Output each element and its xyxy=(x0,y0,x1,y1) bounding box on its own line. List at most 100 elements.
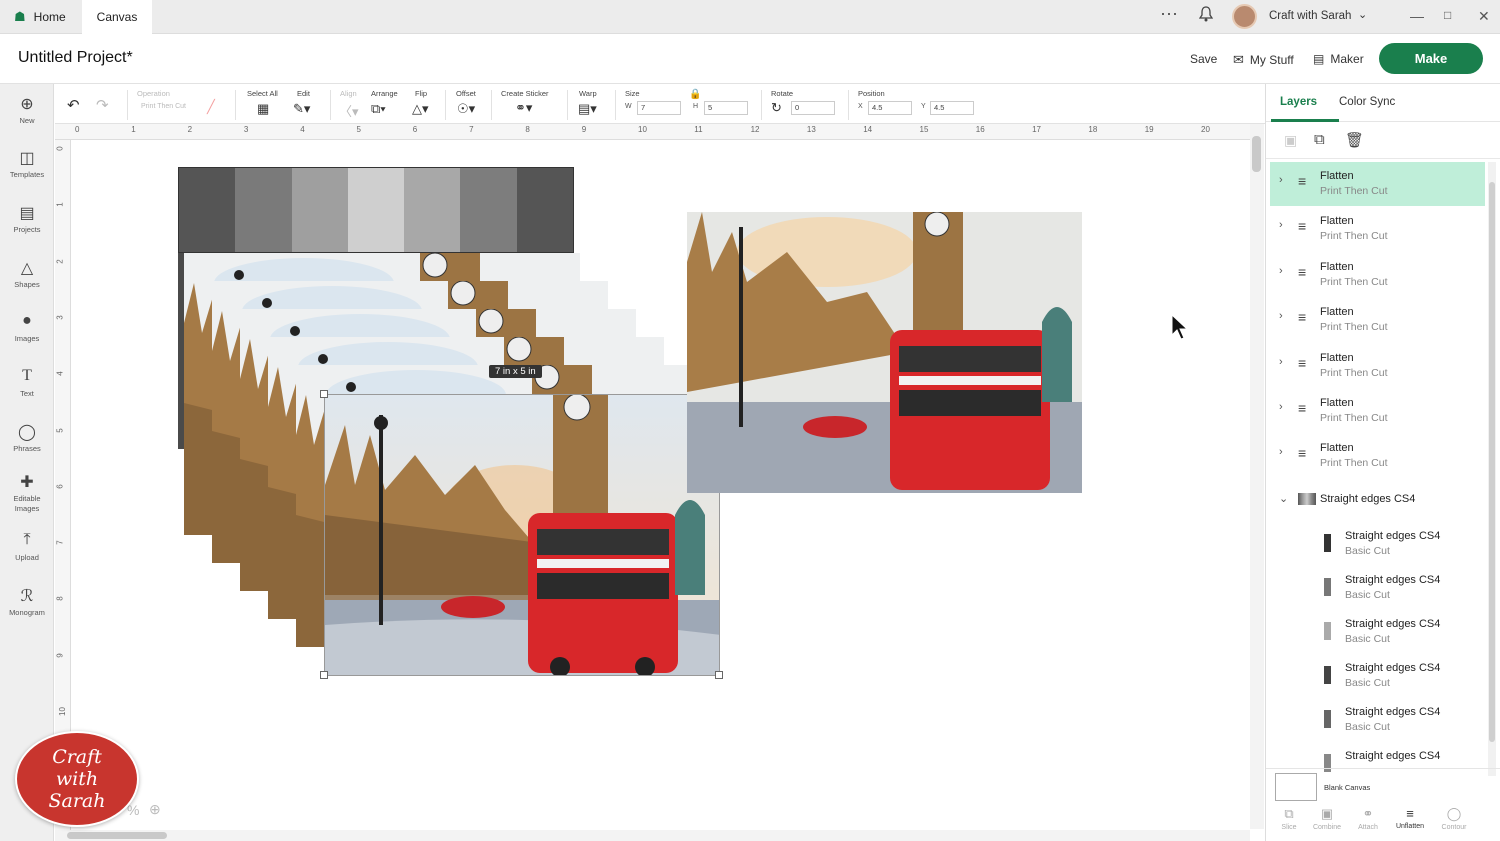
tab-canvas[interactable]: Canvas xyxy=(82,0,152,34)
close-icon[interactable]: ✕ xyxy=(1478,8,1490,25)
contour-button[interactable]: ◯ Contour xyxy=(1434,806,1474,831)
design-canvas[interactable]: 7 in x 5 in % ⊕ xyxy=(71,140,1250,830)
sidebar-item-images[interactable]: ● Images xyxy=(0,312,54,344)
sticker-icon[interactable]: ⚭▾ xyxy=(515,100,532,116)
user-name[interactable]: Craft with Sarah xyxy=(1269,10,1351,22)
chevron-right-icon[interactable]: › xyxy=(1279,356,1283,368)
layer-title: Flatten xyxy=(1320,260,1354,273)
sublayer-title: Straight edges CS4 xyxy=(1345,574,1441,586)
chevron-right-icon[interactable]: › xyxy=(1279,401,1283,413)
london-image-selected[interactable] xyxy=(324,394,720,676)
horizontal-scrollbar[interactable] xyxy=(55,830,1250,841)
chevron-right-icon[interactable]: › xyxy=(1279,219,1283,231)
tab-home[interactable]: ☗ Home xyxy=(0,0,82,34)
unflatten-button[interactable]: ≡ Unflatten xyxy=(1390,806,1430,830)
project-title[interactable]: Untitled Project* xyxy=(18,49,133,67)
ruler-tick-label: 6 xyxy=(55,484,65,489)
layer-row[interactable]: › ≡ Flatten Print Then Cut xyxy=(1270,207,1485,251)
bell-icon[interactable] xyxy=(1198,6,1214,25)
layer-row[interactable]: › ≡ Flatten Print Then Cut xyxy=(1270,298,1485,342)
sidebar-item-phrases[interactable]: ◯ Phrases xyxy=(0,422,54,454)
rotate-input[interactable]: 0 xyxy=(791,101,835,115)
attach-button[interactable]: ⚭ Attach xyxy=(1348,806,1388,831)
chevron-down-icon[interactable]: ⌄ xyxy=(1358,8,1367,21)
height-input[interactable]: 5 xyxy=(704,101,748,115)
london-image-right[interactable] xyxy=(687,212,1082,493)
group-icon[interactable]: ▣ xyxy=(1284,132,1297,149)
undo-icon[interactable]: ↶ xyxy=(67,96,80,114)
slice-button[interactable]: ⧉ Slice xyxy=(1269,806,1309,831)
lock-icon[interactable]: 🔒 xyxy=(689,89,701,100)
tab-layers[interactable]: Layers xyxy=(1280,96,1317,108)
gray-swatch xyxy=(516,168,573,252)
sidebar-item-editable-images[interactable]: ✚ Editable Images xyxy=(0,472,54,514)
sidebar-item-monogram[interactable]: ℛ Monogram xyxy=(0,586,54,618)
sidebar-item-templates[interactable]: ◫ Templates xyxy=(0,148,54,180)
save-button[interactable]: Save xyxy=(1190,52,1217,66)
rotate-label: Rotate xyxy=(771,89,794,98)
ruler-tick-label: 3 xyxy=(55,315,65,320)
sidebar-item-upload[interactable]: ⤒ Upload xyxy=(0,531,54,563)
trash-icon[interactable]: 🗑 xyxy=(1345,131,1364,149)
flip-icon[interactable]: △▾ xyxy=(412,101,429,117)
zoom-in-icon[interactable]: ⊕ xyxy=(149,801,161,818)
ruler-tick-label: 0 xyxy=(55,146,65,151)
duplicate-icon[interactable]: ⧉ xyxy=(1314,131,1325,148)
sublayer-subtitle: Basic Cut xyxy=(1345,589,1390,601)
chevron-right-icon[interactable]: › xyxy=(1279,310,1283,322)
layer-row[interactable]: › ≡ Flatten Print Then Cut xyxy=(1270,389,1485,433)
chevron-right-icon[interactable]: › xyxy=(1279,174,1283,186)
ruler-tick-label: 2 xyxy=(187,125,193,134)
y-input[interactable]: 4.5 xyxy=(930,101,974,115)
warp-icon[interactable]: ▤▾ xyxy=(578,101,597,117)
arrange-icon[interactable]: ⧉▾ xyxy=(371,101,386,117)
handle-bottom-right[interactable] xyxy=(715,671,723,679)
layer-subtitle: Print Then Cut xyxy=(1320,412,1388,424)
sublayer-row[interactable]: Straight edges CS4 Basic Cut xyxy=(1270,524,1460,568)
minimize-icon[interactable]: — xyxy=(1410,8,1424,24)
sublayer-row[interactable]: Straight edges CS4 Basic Cut xyxy=(1270,612,1460,656)
layer-subtitle: Print Then Cut xyxy=(1320,275,1388,288)
maker-button[interactable]: ▤ Maker xyxy=(1313,52,1364,66)
maker-label: Maker xyxy=(1330,52,1364,66)
redo-icon[interactable]: ↷ xyxy=(96,96,109,114)
more-dots-icon[interactable]: ⋯ xyxy=(1160,4,1178,25)
blank-canvas-row[interactable]: Blank Canvas xyxy=(1266,768,1500,804)
chevron-right-icon[interactable]: › xyxy=(1279,446,1283,458)
sidebar-item-shapes[interactable]: △ Shapes xyxy=(0,258,54,290)
operation-select[interactable]: Print Then Cut xyxy=(141,103,186,110)
layer-row[interactable]: › ≡ Flatten Print Then Cut xyxy=(1270,434,1485,478)
sublayer-row[interactable]: Straight edges CS4 Basic Cut xyxy=(1270,700,1460,744)
layer-row[interactable]: › ≡ Flatten Print Then Cut xyxy=(1270,253,1485,297)
layer-group-row[interactable]: ⌄ Straight edges CS4 xyxy=(1270,482,1485,516)
sublayer-row[interactable]: Straight edges CS4 Basic Cut xyxy=(1270,568,1460,612)
sidebar-item-text[interactable]: T Text xyxy=(0,367,54,399)
chevron-down-icon[interactable]: ⌄ xyxy=(1279,492,1288,505)
offset-icon[interactable]: ☉▾ xyxy=(457,101,475,117)
align-icon[interactable]: 〈▾ xyxy=(339,101,359,120)
combine-button[interactable]: ▣ Combine xyxy=(1307,806,1347,831)
make-button[interactable]: Make xyxy=(1379,43,1483,74)
layer-row[interactable]: › ≡ Flatten Print Then Cut xyxy=(1270,344,1485,388)
chevron-right-icon[interactable]: › xyxy=(1279,265,1283,277)
handle-bottom-left[interactable] xyxy=(320,671,328,679)
handle-top-left[interactable] xyxy=(320,390,328,398)
avatar[interactable] xyxy=(1232,4,1257,29)
panel-scrollbar[interactable] xyxy=(1488,162,1496,776)
tab-color-sync[interactable]: Color Sync xyxy=(1339,96,1395,108)
maximize-icon[interactable]: □ xyxy=(1444,8,1451,22)
gray-swatch xyxy=(179,168,236,252)
width-input[interactable]: 7 xyxy=(637,101,681,115)
my-stuff-button[interactable]: ✉ My Stuff xyxy=(1233,52,1294,68)
ruler-tick-label: 4 xyxy=(55,371,65,376)
gray-swatch-strip[interactable] xyxy=(178,167,574,253)
sidebar-item-new[interactable]: ⊕ New xyxy=(0,94,54,126)
vertical-scrollbar[interactable] xyxy=(1250,124,1264,829)
edit-pencil-icon[interactable]: ✎▾ xyxy=(293,101,310,117)
layer-row[interactable]: › ≡ Flatten Print Then Cut xyxy=(1270,162,1485,206)
x-input[interactable]: 4.5 xyxy=(868,101,912,115)
sublayer-subtitle: Basic Cut xyxy=(1345,633,1390,645)
sublayer-row[interactable]: Straight edges CS4 Basic Cut xyxy=(1270,656,1460,700)
select-all-icon[interactable]: ▦ xyxy=(257,101,269,117)
sidebar-item-projects[interactable]: ▤ Projects xyxy=(0,203,54,235)
